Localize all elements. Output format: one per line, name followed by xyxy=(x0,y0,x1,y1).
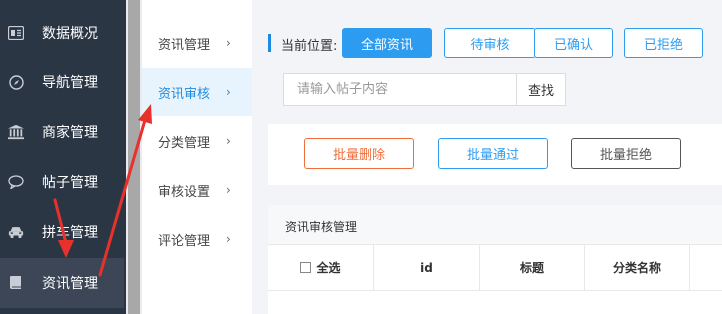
sidebar-item-label: 拼车管理 xyxy=(42,225,98,241)
column-header-extra xyxy=(690,245,722,290)
batch-actions-panel: 批量删除 批量通过 批量拒绝 xyxy=(268,124,722,185)
filter-confirmed-button[interactable]: 已确认 xyxy=(534,28,613,58)
sidebar-item-label: 资讯管理 xyxy=(42,276,98,292)
compass-icon xyxy=(8,74,24,90)
review-table-panel: 资讯审核管理 全选 id 标题 分类名称 xyxy=(268,205,722,314)
submenu-item-news-manage[interactable]: 资讯管理 › xyxy=(142,19,252,67)
select-all-label: 全选 xyxy=(316,261,341,275)
select-all-header[interactable]: 全选 xyxy=(268,245,374,290)
search-button[interactable]: 查找 xyxy=(516,73,566,106)
bank-icon xyxy=(8,124,24,140)
submenu-item-label: 评论管理 xyxy=(158,233,211,249)
filter-all-button[interactable]: 全部资讯 xyxy=(342,28,432,58)
select-all-checkbox[interactable] xyxy=(300,262,312,273)
submenu-item-label: 资讯管理 xyxy=(158,37,211,53)
chevron-right-icon: › xyxy=(226,85,231,99)
filter-rejected-button[interactable]: 已拒绝 xyxy=(624,28,703,58)
batch-reject-button[interactable]: 批量拒绝 xyxy=(571,138,681,169)
chevron-right-icon: › xyxy=(226,36,231,50)
column-header-category: 分类名称 xyxy=(585,245,690,290)
search-input[interactable] xyxy=(283,73,517,106)
main-sidebar: 数据概况 导航管理 商家管理 帖子管理 拼车管理 资讯管理 xyxy=(0,0,126,314)
panel-header: 资讯审核管理 xyxy=(268,205,722,245)
submenu-item-label: 资讯审核 xyxy=(158,86,211,102)
submenu-item-news-review[interactable]: 资讯审核 › xyxy=(142,68,252,116)
column-header-title: 标题 xyxy=(480,245,585,290)
comment-icon xyxy=(8,174,24,190)
sidebar-item-label: 数据概况 xyxy=(42,26,98,42)
table-header: 全选 id 标题 分类名称 xyxy=(268,245,722,291)
submenu-item-comments[interactable]: 评论管理 › xyxy=(142,215,252,263)
sidebar-item-navigation[interactable]: 导航管理 xyxy=(0,57,126,107)
sidebar-item-posts[interactable]: 帖子管理 xyxy=(0,157,126,207)
sidebar-item-label: 商家管理 xyxy=(42,125,98,141)
news-submenu: 资讯管理 › 资讯审核 › 分类管理 › 审核设置 › 评论管理 › xyxy=(142,0,252,314)
chevron-right-icon: › xyxy=(226,134,231,148)
submenu-item-label: 审核设置 xyxy=(158,184,211,200)
sidebar-item-carpool[interactable]: 拼车管理 xyxy=(0,207,126,257)
sidebar-item-label: 导航管理 xyxy=(42,75,98,91)
sidebar-item-data-overview[interactable]: 数据概况 xyxy=(0,8,126,58)
car-icon xyxy=(8,224,24,240)
submenu-item-label: 分类管理 xyxy=(158,135,211,151)
chevron-right-icon: › xyxy=(226,232,231,246)
sidebar-item-news[interactable]: 资讯管理 xyxy=(0,258,124,308)
submenu-item-category[interactable]: 分类管理 › xyxy=(142,117,252,165)
dashboard-icon xyxy=(8,25,24,41)
column-header-id: id xyxy=(374,245,480,290)
chevron-right-icon: › xyxy=(226,183,231,197)
book-icon xyxy=(8,275,24,291)
main-content: 当前位置: 全部资讯 待审核 已确认 已拒绝 查找 批量删除 批量通过 批量拒绝… xyxy=(252,0,722,314)
batch-delete-button[interactable]: 批量删除 xyxy=(304,138,414,169)
breadcrumb-marker xyxy=(268,34,271,52)
sidebar-scrollbar-thumb[interactable] xyxy=(128,0,140,314)
current-location-label: 当前位置: xyxy=(281,39,338,54)
submenu-item-review-settings[interactable]: 审核设置 › xyxy=(142,166,252,214)
panel-title: 资讯审核管理 xyxy=(285,220,358,234)
sidebar-item-label: 帖子管理 xyxy=(42,175,98,191)
sidebar-item-merchants[interactable]: 商家管理 xyxy=(0,107,126,157)
batch-approve-button[interactable]: 批量通过 xyxy=(438,138,548,169)
filter-pending-button[interactable]: 待审核 xyxy=(444,28,536,58)
